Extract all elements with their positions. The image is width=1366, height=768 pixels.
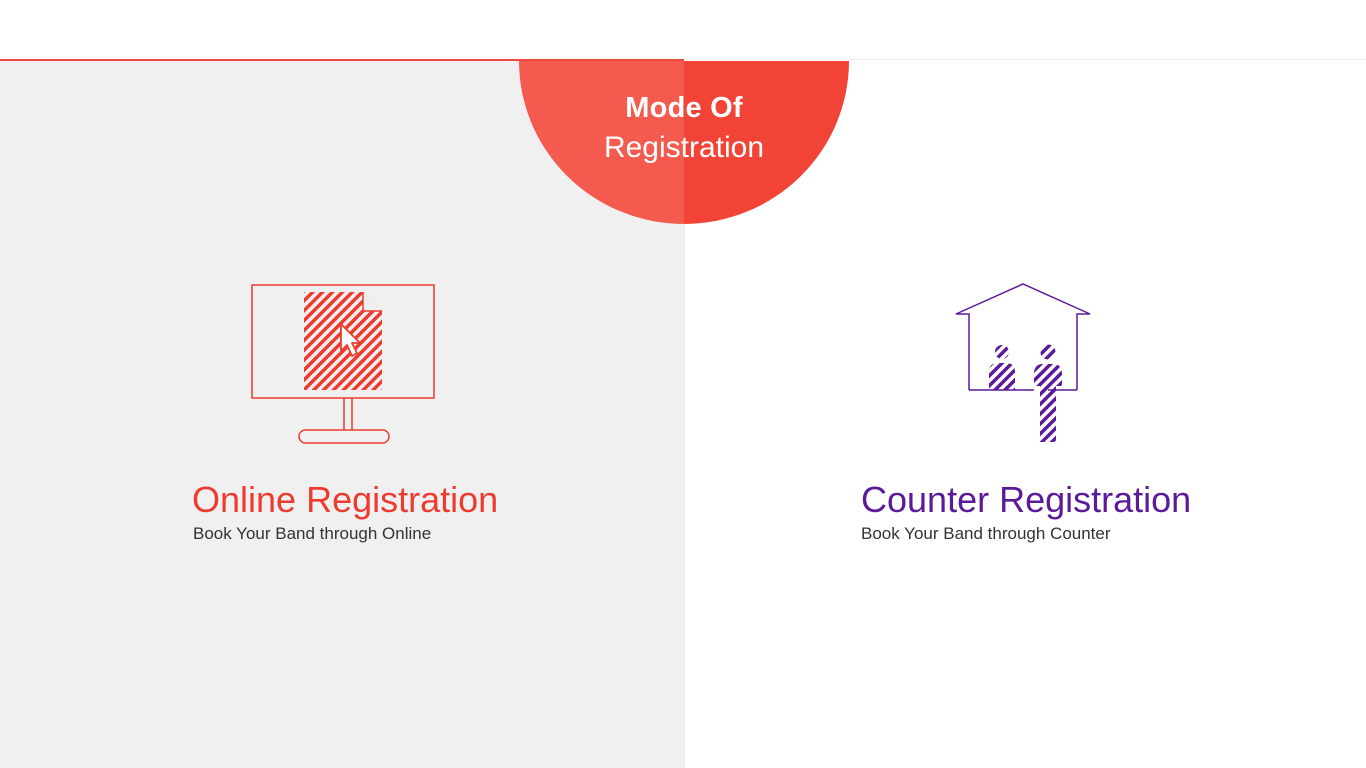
badge-title-line2: Registration: [603, 131, 765, 164]
counter-registration-subtitle: Book Your Band through Counter: [861, 524, 1111, 543]
online-registration-subtitle: Book Your Band through Online: [193, 524, 432, 543]
divider-line: [684, 59, 1366, 60]
mode-of-registration-badge: Mode Of Registration: [519, 61, 849, 224]
house-counter-people-icon[interactable]: [952, 282, 1094, 448]
counter-registration-title[interactable]: Counter Registration: [861, 480, 1191, 520]
online-registration-title[interactable]: Online Registration: [192, 480, 498, 520]
computer-screen-document-icon[interactable]: [250, 283, 436, 447]
top-bar: [0, 0, 1366, 60]
badge-title-line1: Mode Of: [625, 92, 743, 124]
registration-mode-page: Mode Of Registration Online Registration…: [0, 0, 1366, 768]
